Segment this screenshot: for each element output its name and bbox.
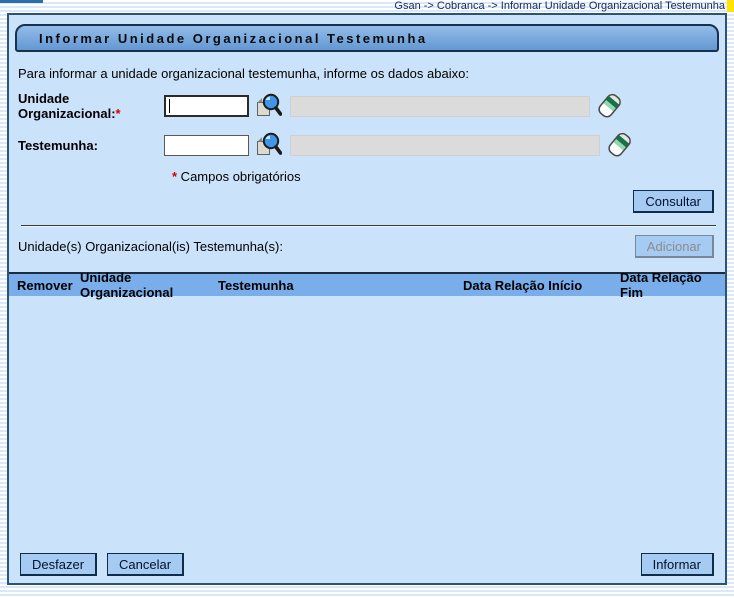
required-note-text: Campos obrigatórios [177, 169, 301, 184]
required-asterisk: * [116, 106, 121, 121]
desfazer-button[interactable]: Desfazer [20, 553, 97, 576]
field-row-unidade-organizacional: Unidade Organizacional:* [18, 89, 725, 123]
bottom-button-row: Desfazer Cancelar Informar [9, 553, 725, 583]
eraser-icon [608, 130, 632, 160]
unidade-organizacional-description-field [290, 96, 590, 117]
testemunha-label: Testemunha: [18, 138, 164, 153]
column-header-data-relacao-inicio: Data Relação Início [463, 278, 620, 293]
page-title-bar: Informar Unidade Organizacional Testemun… [15, 24, 719, 52]
required-fields-note: * Campos obrigatórios [172, 169, 725, 184]
text-caret [169, 99, 170, 113]
field-row-testemunha: Testemunha: [18, 129, 725, 161]
cancelar-button[interactable]: Cancelar [107, 553, 184, 576]
results-table-header: Remover Unidade Organizacional Testemunh… [9, 272, 725, 296]
list-section-header: Unidade(s) Organizacional(is) Testemunha… [18, 235, 714, 258]
section-divider [21, 225, 716, 227]
column-header-remover: Remover [9, 278, 80, 293]
consultar-row: Consultar [9, 190, 714, 213]
breadcrumb-highlight-strip [727, 0, 734, 12]
page-title: Informar Unidade Organizacional Testemun… [39, 31, 428, 46]
search-icon [255, 92, 282, 121]
top-strip: Gsan -> Cobranca -> Informar Unidade Org… [0, 0, 734, 13]
informar-button[interactable]: Informar [641, 553, 714, 576]
list-section-label: Unidade(s) Organizacional(is) Testemunha… [18, 239, 283, 254]
consultar-button[interactable]: Consultar [633, 190, 714, 213]
testemunha-input[interactable] [164, 135, 249, 156]
adicionar-button[interactable]: Adicionar [635, 235, 714, 258]
main-panel: Informar Unidade Organizacional Testemun… [7, 13, 727, 585]
column-header-testemunha: Testemunha [218, 278, 463, 293]
top-left-dash [0, 0, 43, 3]
unidade-organizacional-label: Unidade Organizacional:* [18, 91, 164, 121]
testemunha-erase-button[interactable] [608, 130, 632, 160]
intro-text: Para informar a unidade organizacional t… [18, 66, 717, 81]
search-icon [255, 131, 282, 160]
unidade-organizacional-search-button[interactable] [255, 92, 282, 121]
unidade-organizacional-erase-button[interactable] [598, 91, 622, 121]
empty-table-area [9, 296, 725, 553]
eraser-icon [598, 91, 622, 121]
breadcrumb[interactable]: Gsan -> Cobranca -> Informar Unidade Org… [394, 0, 725, 12]
testemunha-description-field [290, 135, 600, 156]
unidade-organizacional-input[interactable] [164, 95, 249, 117]
testemunha-search-button[interactable] [255, 131, 282, 160]
unidade-organizacional-label-text: Unidade Organizacional: [18, 91, 116, 121]
